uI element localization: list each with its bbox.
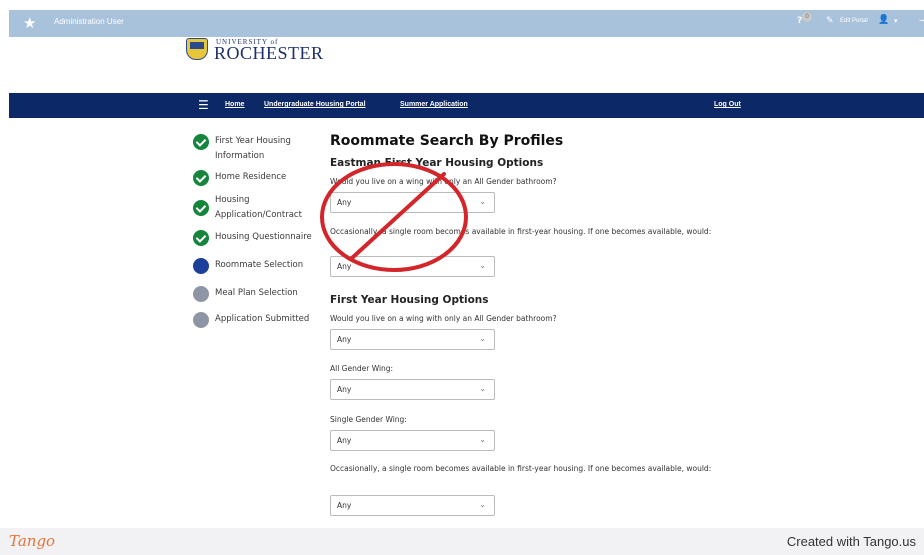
- crest-icon: [186, 38, 208, 60]
- main-navbar: ☰ Home Undergraduate Housing Portal Summ…: [9, 93, 924, 118]
- step-label: Housing Application/Contract: [215, 195, 302, 220]
- step-label: First Year Housing Information: [215, 136, 291, 161]
- notification-badge: 0: [802, 12, 812, 22]
- all-gender-wing-label: All Gender Wing:: [330, 364, 394, 373]
- tango-logo: Tango: [9, 532, 56, 550]
- edit-portal-link[interactable]: Edit Portal: [840, 18, 868, 24]
- chevron-down-icon: ⌄: [479, 500, 486, 509]
- check-icon: [193, 230, 209, 246]
- current-step-icon: [193, 258, 209, 274]
- eastman-gender-bathroom-select[interactable]: Any ⌄: [330, 192, 495, 213]
- select-value: Any: [337, 501, 352, 510]
- single-gender-wing-label: Single Gender Wing:: [330, 415, 407, 424]
- admin-user-link[interactable]: Administration User: [54, 17, 124, 26]
- created-with-text: Created with Tango.us: [786, 534, 916, 549]
- pending-step-icon: [193, 286, 209, 302]
- select-value: Any: [337, 385, 352, 394]
- select-value: Any: [337, 262, 352, 271]
- nav-home[interactable]: Home: [225, 101, 244, 108]
- chevron-down-icon: ⌄: [479, 334, 486, 343]
- check-icon: [193, 134, 209, 150]
- first-year-q1-label: Would you live on a wing with only an Al…: [330, 314, 557, 323]
- eastman-q2-label: Occasionally, a single room becomes avai…: [330, 227, 712, 236]
- chevron-down-icon: ⌄: [479, 435, 486, 444]
- step-label: Home Residence: [215, 172, 287, 182]
- chevron-down-icon: ⌄: [479, 261, 486, 270]
- pencil-icon: ✎: [826, 16, 834, 26]
- step-label: Roommate Selection: [215, 260, 304, 270]
- pending-step-icon: [193, 312, 209, 328]
- pin-icon[interactable]: ⊸: [919, 16, 924, 25]
- check-icon: [193, 200, 209, 216]
- first-year-single-room-select[interactable]: Any ⌄: [330, 495, 495, 516]
- page-title: Roommate Search By Profiles: [330, 133, 564, 149]
- step-label: Meal Plan Selection: [215, 288, 298, 298]
- tango-footer: Tango Created with Tango.us: [0, 528, 924, 555]
- eastman-single-room-select[interactable]: Any ⌄: [330, 256, 495, 277]
- nav-logout[interactable]: Log Out: [714, 101, 741, 108]
- user-icon[interactable]: 👤: [878, 15, 889, 25]
- star-icon[interactable]: ★: [23, 14, 36, 32]
- chevron-down-icon: ⌄: [479, 197, 486, 206]
- step-label: Application Submitted: [215, 314, 310, 324]
- eastman-q1-label: Would you live on a wing with only an Al…: [330, 177, 557, 186]
- admin-bar: ★ Administration User ? 0 ✎ Edit Portal …: [9, 10, 924, 37]
- first-year-gender-bathroom-select[interactable]: Any ⌄: [330, 329, 495, 350]
- step-label: Housing Questionnaire: [215, 232, 312, 242]
- first-year-heading: First Year Housing Options: [330, 294, 489, 306]
- logo-name-text: ROCHESTER: [214, 43, 324, 63]
- single-gender-wing-select[interactable]: Any ⌄: [330, 430, 495, 451]
- nav-summer-application[interactable]: Summer Application: [400, 101, 468, 108]
- caret-down-icon[interactable]: ▾: [894, 17, 898, 25]
- all-gender-wing-select[interactable]: Any ⌄: [330, 379, 495, 400]
- university-logo[interactable]: UNIVERSITY of ROCHESTER: [186, 38, 324, 63]
- hamburger-menu-icon[interactable]: ☰: [198, 98, 209, 112]
- select-value: Any: [337, 436, 352, 445]
- chevron-down-icon: ⌄: [479, 384, 486, 393]
- nav-undergraduate-portal[interactable]: Undergraduate Housing Portal: [264, 101, 366, 108]
- first-year-single-room-label: Occasionally, a single room becomes avai…: [330, 464, 712, 473]
- check-icon: [193, 170, 209, 186]
- select-value: Any: [337, 198, 352, 207]
- eastman-heading: Eastman First Year Housing Options: [330, 157, 544, 169]
- select-value: Any: [337, 335, 352, 344]
